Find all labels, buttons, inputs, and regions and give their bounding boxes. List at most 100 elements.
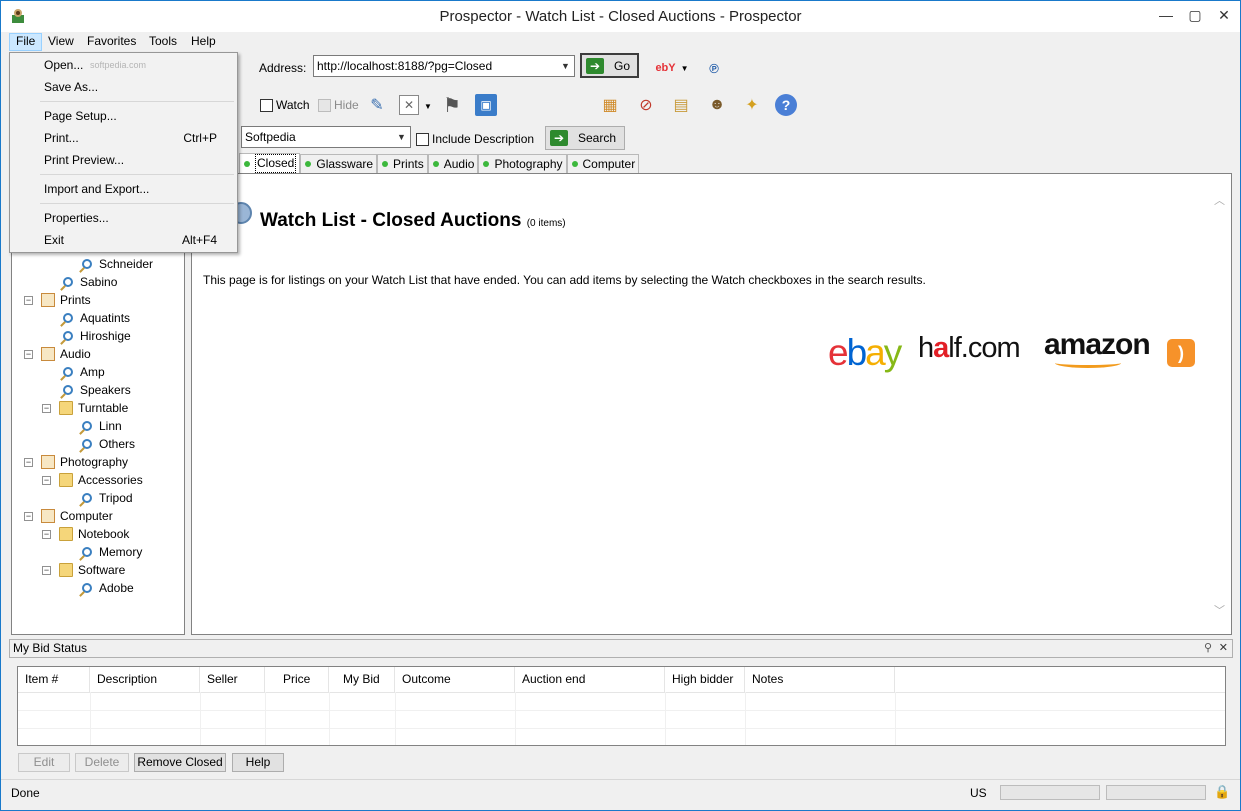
delete-button[interactable]: Delete	[75, 753, 129, 772]
help-icon[interactable]: ?	[775, 94, 797, 116]
ebay-logo-a: a	[865, 332, 886, 373]
column-header-my-bid[interactable]: My Bid	[329, 667, 395, 692]
tree-item[interactable]: Schneider	[80, 255, 153, 273]
menu-item-page-setup[interactable]: Page Setup...	[12, 106, 235, 126]
collapse-toggle-icon[interactable]: −	[24, 511, 33, 521]
collapse-toggle-icon[interactable]: −	[42, 475, 51, 485]
tree-item-label: Accessories	[78, 473, 143, 487]
column-header-item[interactable]: Item #	[18, 667, 90, 692]
amazon-logo[interactable]: amazon	[1044, 328, 1151, 362]
menu-item-exit[interactable]: Exit Alt+F4	[12, 230, 235, 250]
menu-view[interactable]: View	[42, 33, 80, 51]
go-button[interactable]: ➔ Go	[580, 53, 639, 78]
half-com-logo[interactable]: half.com	[918, 332, 1021, 365]
menu-item-print-preview[interactable]: Print Preview...	[12, 150, 235, 170]
save-disk-icon[interactable]: ▣	[475, 94, 497, 116]
column-divider	[265, 692, 266, 745]
menu-item-save-as[interactable]: Save As...	[12, 77, 235, 97]
minimize-button[interactable]: —	[1151, 2, 1181, 28]
collapse-toggle-icon[interactable]: −	[42, 403, 51, 413]
scroll-up-icon[interactable]: ︿	[1214, 192, 1225, 208]
tree-item[interactable]: Sabino	[61, 273, 117, 291]
column-header-seller[interactable]: Seller	[200, 667, 265, 692]
column-header-notes[interactable]: Notes	[745, 667, 895, 692]
tree-item[interactable]: Hiroshige	[61, 327, 131, 345]
tree-item[interactable]: Tripod	[80, 489, 133, 507]
document-icon[interactable]: ▤	[670, 94, 692, 116]
menu-help[interactable]: Help	[185, 33, 222, 51]
help-button[interactable]: Help	[232, 753, 284, 772]
tree-item[interactable]: − Turntable	[42, 399, 128, 417]
new-search-icon[interactable]: ▦	[599, 94, 621, 116]
column-header-outcome[interactable]: Outcome	[395, 667, 515, 692]
tab-computer[interactable]: Computer	[566, 154, 640, 173]
menu-item-print[interactable]: Print... Ctrl+P	[12, 128, 235, 148]
collapse-toggle-icon[interactable]: −	[24, 457, 33, 467]
hide-checkbox[interactable]: Hide	[318, 98, 359, 112]
tree-item[interactable]: − Computer	[24, 507, 113, 525]
spy-agent-icon[interactable]: ☻	[706, 94, 728, 116]
collapse-toggle-icon[interactable]: −	[24, 349, 33, 359]
search-combo[interactable]: Softpedia ▼	[241, 126, 411, 148]
tree-item[interactable]: Memory	[80, 543, 142, 561]
collapse-toggle-icon[interactable]: −	[42, 565, 51, 575]
close-button[interactable]: ✕	[1209, 2, 1239, 28]
tab-closed[interactable]: Closed	[239, 153, 301, 173]
status-dot-icon	[382, 161, 389, 167]
menu-item-properties[interactable]: Properties...	[12, 208, 235, 228]
edit-button[interactable]: Edit	[18, 753, 70, 772]
delete-x-icon[interactable]: ✕	[399, 95, 419, 115]
pin-icon[interactable]: ⚲	[1204, 640, 1212, 657]
collapse-toggle-icon[interactable]: −	[24, 295, 33, 305]
tree-item[interactable]: − Audio	[24, 345, 91, 363]
collapse-toggle-icon[interactable]: −	[42, 529, 51, 539]
close-icon[interactable]: ✕	[1219, 640, 1228, 657]
ebay-logo[interactable]: ebay	[828, 332, 902, 374]
tab-glassware[interactable]: Glassware	[300, 154, 378, 173]
chevron-down-icon[interactable]: ▼	[421, 95, 435, 117]
rss-feed-icon[interactable]: )	[1167, 339, 1195, 367]
column-header-high-bidder[interactable]: High bidder	[665, 667, 745, 692]
column-header-description[interactable]: Description	[90, 667, 200, 692]
settings-tools-icon[interactable]: ✦	[741, 94, 763, 116]
menu-tools[interactable]: Tools	[143, 33, 183, 51]
scroll-down-icon[interactable]: ﹀	[1214, 602, 1225, 618]
pin-icon[interactable]: ⚑	[441, 94, 463, 117]
edit-notes-icon[interactable]: ✎	[366, 94, 388, 116]
ebay-dropdown-icon[interactable]: ebY ▼	[653, 57, 691, 79]
tree-item[interactable]: Linn	[80, 417, 122, 435]
tree-item[interactable]: Amp	[61, 363, 105, 381]
hide-checkbox-box[interactable]	[318, 98, 331, 112]
tree-item-label: Others	[99, 437, 136, 451]
tree-item[interactable]: − Accessories	[42, 471, 143, 489]
tree-item[interactable]: Others	[80, 435, 135, 453]
remove-closed-button[interactable]: Remove Closed	[134, 753, 226, 772]
address-combo[interactable]: http://localhost:8188/?pg=Closed ▼	[313, 55, 575, 77]
tree-item[interactable]: Speakers	[61, 381, 131, 399]
menu-item-import-export[interactable]: Import and Export...	[12, 179, 235, 199]
watch-checkbox[interactable]: Watch	[260, 98, 310, 112]
include-description-box[interactable]	[416, 132, 429, 146]
tab-prints[interactable]: Prints	[377, 154, 428, 173]
no-entry-icon[interactable]: ⊘	[635, 94, 657, 116]
tree-item[interactable]: Aquatints	[61, 309, 130, 327]
chevron-down-icon[interactable]: ▼	[393, 127, 410, 147]
watch-checkbox-box[interactable]	[260, 98, 273, 112]
tab-photography[interactable]: Photography	[478, 154, 567, 173]
tree-item[interactable]: − Photography	[24, 453, 128, 471]
tree-item[interactable]: − Prints	[24, 291, 91, 309]
tree-item[interactable]: − Notebook	[42, 525, 129, 543]
chevron-down-icon[interactable]: ▼	[557, 56, 574, 76]
maximize-button[interactable]: ▢	[1180, 2, 1210, 28]
menu-file[interactable]: File	[9, 33, 43, 51]
menu-item-open[interactable]: Open... softpedia.com	[12, 55, 235, 75]
tab-audio[interactable]: Audio	[427, 154, 479, 173]
column-header-price[interactable]: Price	[265, 667, 329, 692]
column-header-auction-end[interactable]: Auction end	[515, 667, 665, 692]
menu-favorites[interactable]: Favorites	[81, 33, 142, 51]
paypal-icon[interactable]: ℗	[703, 57, 725, 79]
tree-item[interactable]: − Software	[42, 561, 125, 579]
tree-item[interactable]: Adobe	[80, 579, 134, 597]
search-button[interactable]: ➔ Search	[545, 126, 625, 150]
include-description-checkbox[interactable]: Include Description	[416, 132, 534, 146]
